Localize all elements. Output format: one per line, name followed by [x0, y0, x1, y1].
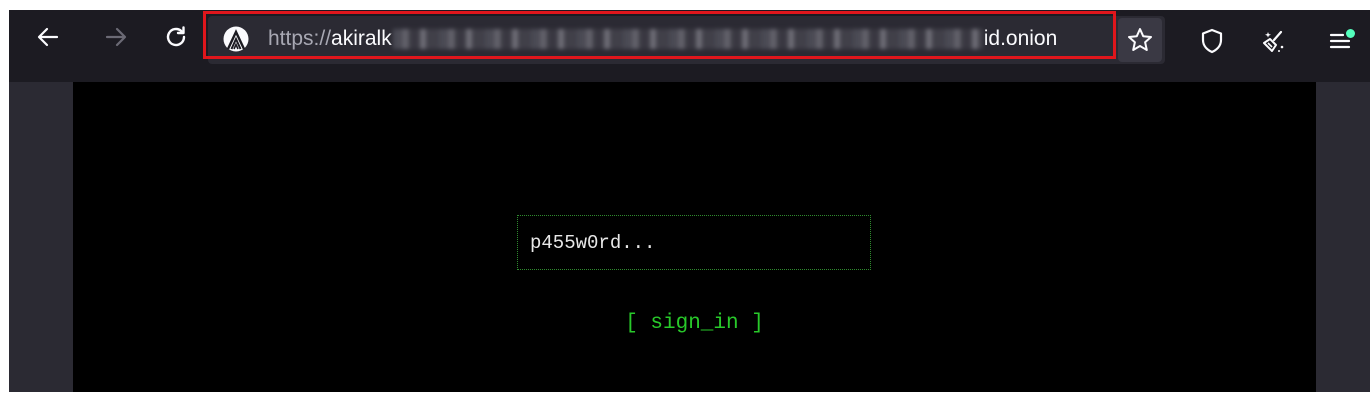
app-menu-button[interactable]	[1320, 21, 1360, 61]
reload-icon	[166, 26, 186, 47]
forward-button[interactable]	[96, 17, 136, 57]
star-icon	[1128, 28, 1152, 51]
password-field[interactable]	[517, 215, 871, 270]
page-content: [ sign_in ]	[73, 82, 1316, 392]
arrow-left-icon	[37, 27, 59, 47]
arrow-right-icon	[105, 27, 127, 47]
back-button[interactable]	[28, 17, 68, 57]
broom-icon	[1263, 30, 1284, 52]
shield-icon	[1201, 28, 1223, 54]
shield-button[interactable]	[1192, 21, 1232, 61]
sign-in-link[interactable]: [ sign_in ]	[73, 312, 1316, 335]
bookmark-star-button[interactable]	[1118, 18, 1162, 62]
reload-button[interactable]	[156, 17, 196, 57]
new-identity-button[interactable]	[1254, 21, 1294, 61]
update-badge	[1346, 29, 1355, 38]
url-highlight-box	[203, 11, 1116, 59]
